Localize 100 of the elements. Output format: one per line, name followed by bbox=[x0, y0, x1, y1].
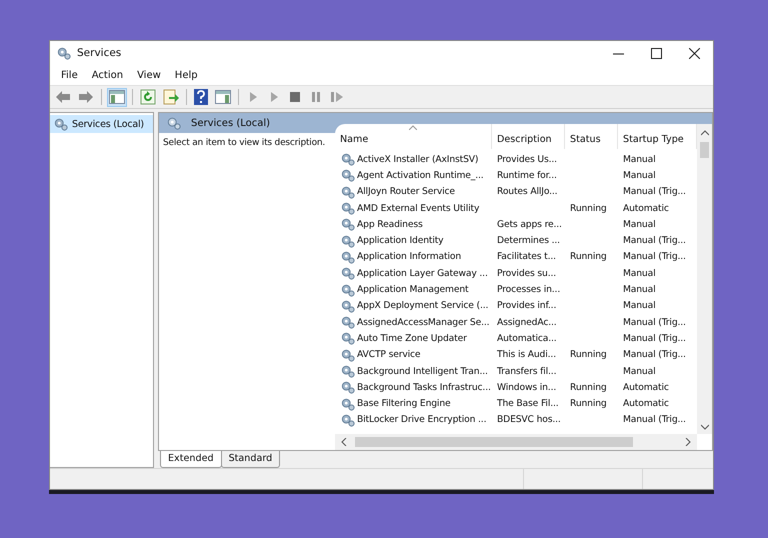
table-cell: Windows in... bbox=[497, 382, 556, 393]
vertical-scrollbar[interactable] bbox=[697, 124, 712, 434]
scrollbar-thumb[interactable] bbox=[355, 437, 633, 447]
table-cell[interactable]: Application Management bbox=[357, 284, 468, 296]
gears-icon bbox=[341, 266, 355, 280]
column-header[interactable]: Status bbox=[565, 124, 618, 149]
refresh-button[interactable] bbox=[138, 88, 158, 106]
menu-item[interactable]: File bbox=[54, 70, 85, 80]
table-cell[interactable]: AMD External Events Utility bbox=[357, 202, 480, 214]
table-cell: Runtime for... bbox=[497, 170, 557, 181]
gears-icon bbox=[341, 282, 355, 297]
pause-icon bbox=[311, 92, 321, 102]
table-cell: Manual bbox=[623, 300, 656, 312]
resume-icon bbox=[331, 91, 343, 103]
left-arrow-icon bbox=[55, 90, 71, 104]
table-cell[interactable]: Auto Time Zone Updater bbox=[357, 332, 467, 344]
column-header[interactable]: Name bbox=[335, 124, 492, 149]
table-cell[interactable]: Agent Activation Runtime_... bbox=[357, 170, 484, 181]
table-cell: Manual (Trig... bbox=[623, 332, 686, 344]
view-tab[interactable]: Standard bbox=[220, 451, 280, 468]
menu-item[interactable]: View bbox=[130, 70, 168, 80]
table-cell: Running bbox=[570, 202, 607, 214]
table-cell: BDESVC hos... bbox=[497, 414, 561, 426]
gears-icon bbox=[341, 217, 355, 232]
scrollbar-thumb[interactable] bbox=[700, 142, 709, 158]
gears-icon bbox=[341, 168, 355, 182]
view-tab[interactable]: Extended bbox=[160, 451, 222, 468]
table-cell[interactable]: Application Layer Gateway ... bbox=[357, 268, 488, 279]
gears-icon bbox=[341, 412, 355, 427]
help-button[interactable] bbox=[192, 88, 210, 106]
table-cell[interactable]: AVCTP service bbox=[357, 349, 420, 360]
table-cell[interactable]: Background Tasks Infrastruc... bbox=[357, 382, 491, 393]
table-cell: Gets apps re... bbox=[497, 218, 562, 230]
horizontal-scrollbar[interactable] bbox=[335, 434, 697, 450]
table-cell: Determines ... bbox=[497, 235, 560, 246]
table-cell: Facilitates t... bbox=[497, 251, 556, 262]
table-cell[interactable]: Application Identity bbox=[357, 235, 444, 246]
play-icon bbox=[248, 91, 258, 103]
left-chevron-icon bbox=[341, 438, 347, 446]
gears-icon bbox=[341, 331, 355, 346]
help-icon bbox=[194, 89, 208, 105]
table-cell: Manual bbox=[623, 366, 656, 376]
description-text: Select an item to view its description. bbox=[163, 138, 326, 148]
table-cell: Routes AllJo... bbox=[497, 186, 558, 198]
table-cell: The Base Fil... bbox=[497, 398, 559, 410]
table-cell[interactable]: Background Intelligent Tran... bbox=[357, 366, 488, 376]
window-pane-icon bbox=[109, 90, 125, 104]
gears-icon bbox=[341, 348, 355, 362]
table-cell: Automatic bbox=[623, 202, 669, 214]
table-cell: Manual (Trig... bbox=[623, 235, 686, 246]
table-cell: Processes in... bbox=[497, 284, 560, 296]
menu-item[interactable]: Help bbox=[168, 70, 205, 80]
gears-icon bbox=[341, 315, 355, 330]
table-cell[interactable]: AppX Deployment Service (... bbox=[357, 300, 488, 312]
menu-item[interactable]: Action bbox=[84, 70, 130, 80]
table-cell: Automatic bbox=[623, 382, 669, 393]
stop-icon bbox=[290, 92, 300, 102]
table-cell: Automatica... bbox=[497, 332, 557, 344]
refresh-icon bbox=[140, 89, 156, 105]
table-cell: This is Audi... bbox=[497, 349, 556, 360]
gears-icon bbox=[341, 152, 355, 166]
play-icon bbox=[269, 91, 279, 103]
table-cell: AssignedAc... bbox=[497, 316, 557, 328]
table-cell: Running bbox=[570, 398, 607, 410]
table-cell: Running bbox=[570, 251, 607, 262]
gears-icon bbox=[341, 234, 355, 248]
table-cell[interactable]: App Readiness bbox=[357, 218, 423, 230]
table-cell: Automatic bbox=[623, 398, 669, 410]
column-header[interactable]: Description bbox=[492, 124, 565, 149]
gears-icon bbox=[341, 380, 355, 394]
table-cell: Running bbox=[570, 382, 607, 393]
table-cell: Provides su... bbox=[497, 268, 556, 279]
table-cell[interactable]: AssignedAccessManager Se... bbox=[357, 316, 490, 328]
table-cell[interactable]: Application Information bbox=[357, 251, 461, 262]
table-cell[interactable]: BitLocker Drive Encryption ... bbox=[357, 414, 486, 426]
table-cell[interactable]: AllJoyn Router Service bbox=[357, 186, 455, 198]
table-cell: Manual (Trig... bbox=[623, 414, 686, 426]
table-cell: Manual (Trig... bbox=[623, 316, 686, 328]
gears-icon bbox=[341, 201, 355, 216]
close-icon bbox=[688, 48, 700, 58]
table-cell: Manual (Trig... bbox=[623, 349, 686, 360]
props-button[interactable] bbox=[213, 88, 233, 106]
table-cell[interactable]: Base Filtering Engine bbox=[357, 398, 451, 410]
tree-item[interactable]: Services (Local) bbox=[50, 115, 153, 133]
table-cell[interactable]: ActiveX Installer (AxInstSV) bbox=[357, 154, 478, 165]
table-cell: Manual (Trig... bbox=[623, 186, 686, 198]
right-chevron-icon bbox=[685, 438, 691, 446]
export-button[interactable] bbox=[161, 88, 181, 106]
maximize-icon bbox=[650, 48, 662, 58]
table-cell: Transfers fil... bbox=[497, 366, 556, 376]
gears-icon bbox=[341, 298, 355, 313]
table-cell: Manual bbox=[623, 170, 656, 181]
up-chevron-icon bbox=[700, 130, 708, 136]
table-cell: Running bbox=[570, 349, 607, 360]
down-chevron-icon bbox=[700, 424, 708, 430]
gears-icon bbox=[54, 117, 68, 131]
table-cell: Provides inf... bbox=[497, 300, 556, 312]
tree-button[interactable] bbox=[107, 88, 127, 106]
table-cell: Manual bbox=[623, 154, 656, 165]
gears-icon bbox=[341, 364, 355, 378]
